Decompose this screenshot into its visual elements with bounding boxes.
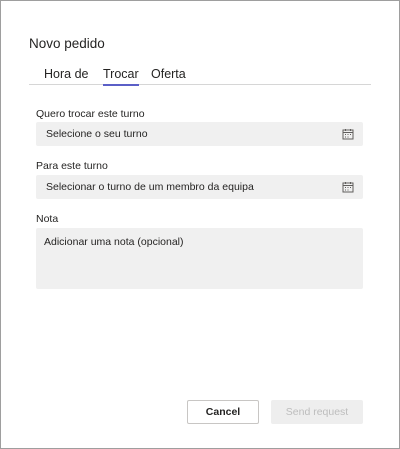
new-request-dialog: Novo pedido Hora de Trocar Oferta Quero …	[0, 0, 400, 449]
their-shift-picker[interactable]: Selecionar o turno de um membro da equip…	[36, 175, 363, 199]
calendar-icon	[342, 182, 354, 193]
my-shift-label: Quero trocar este turno	[36, 108, 145, 120]
my-shift-value: Selecione o seu turno	[46, 128, 148, 140]
tab-bar: Hora de Trocar Oferta	[29, 63, 371, 86]
calendar-icon	[342, 129, 354, 140]
tab-swap[interactable]: Trocar	[103, 67, 139, 86]
their-shift-value: Selecionar o turno de um membro da equip…	[46, 181, 254, 193]
their-shift-label: Para este turno	[36, 160, 108, 172]
tab-time-off[interactable]: Hora de	[44, 67, 88, 85]
send-request-button[interactable]: Send request	[271, 400, 363, 424]
note-label: Nota	[36, 213, 59, 225]
dialog-title: Novo pedido	[29, 36, 105, 51]
cancel-button[interactable]: Cancel	[187, 400, 259, 424]
note-input[interactable]	[36, 228, 363, 289]
tab-offer[interactable]: Oferta	[151, 67, 186, 85]
my-shift-picker[interactable]: Selecione o seu turno	[36, 122, 363, 146]
